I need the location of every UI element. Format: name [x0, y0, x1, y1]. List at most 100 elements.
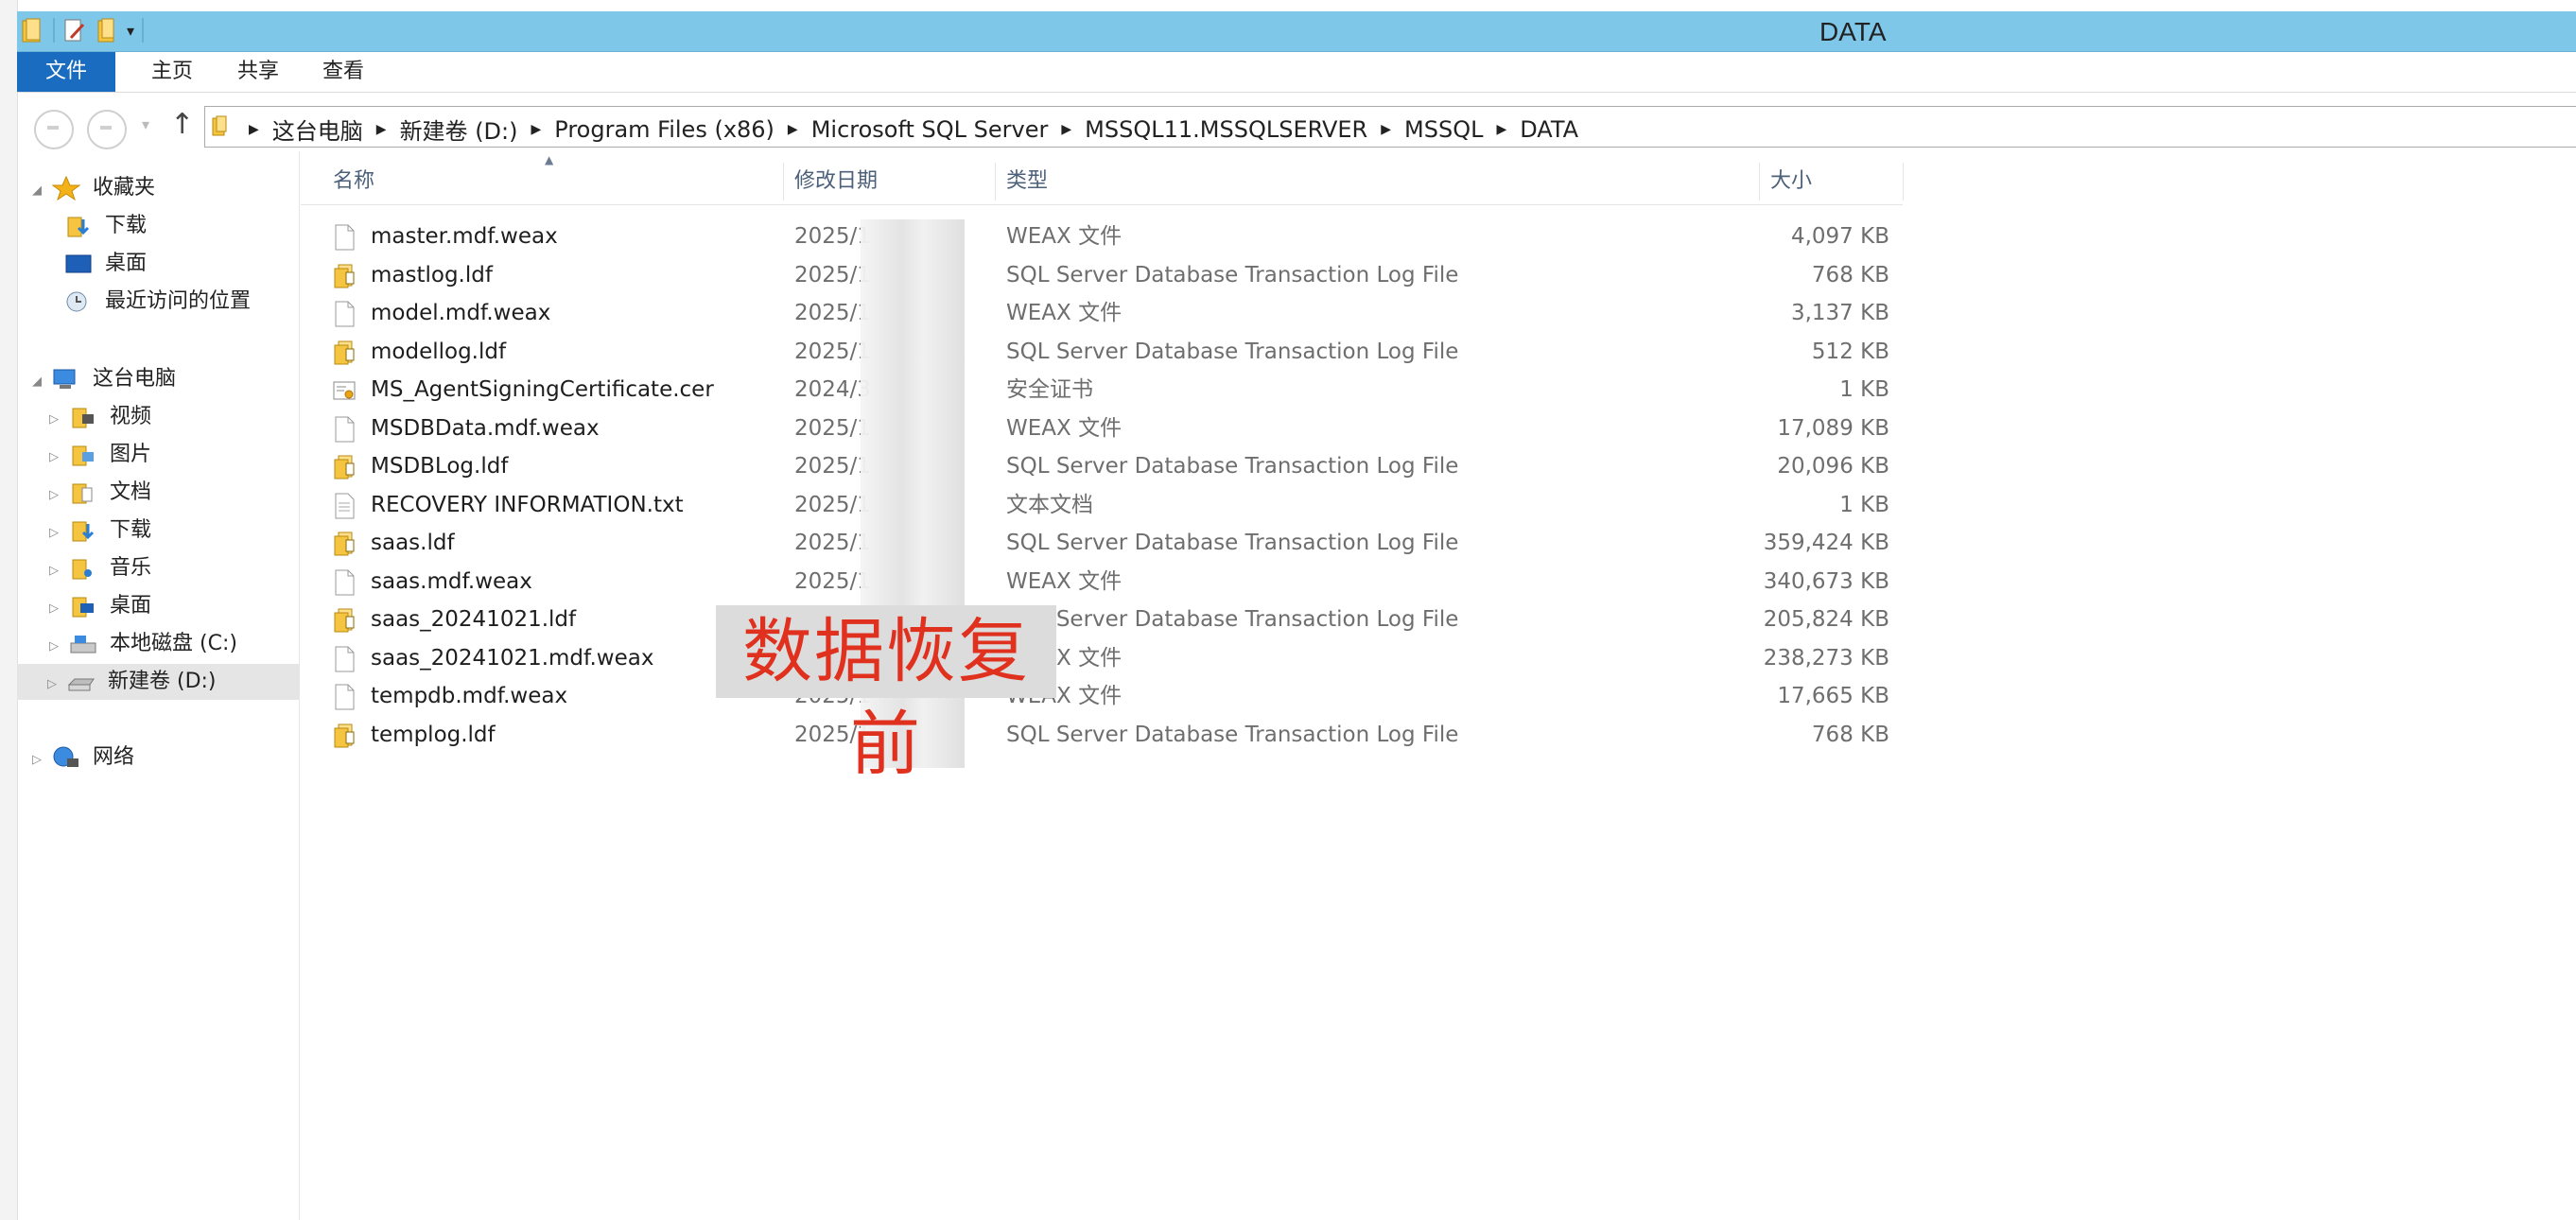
collapse-arrow-icon[interactable]: ▷ [32, 742, 45, 778]
collapse-arrow-icon[interactable]: ▷ [49, 515, 62, 551]
nav-music[interactable]: ▷ 音乐 [49, 550, 151, 586]
nav-fav-recent[interactable]: 最近访问的位置 [64, 284, 251, 320]
column-date-modified[interactable]: 修改日期 [794, 159, 879, 204]
breadcrumb-program-files[interactable]: Program Files (x86) [554, 116, 775, 143]
file-row[interactable]: mastlog.ldf 2025/1 SQL Server Database Tra… [301, 256, 1903, 294]
chevron-right-icon[interactable]: ▶ [1381, 122, 1391, 137]
column-divider[interactable] [1903, 163, 1904, 200]
file-row[interactable]: saas.mdf.weax 2025/1 WEAX 文件 340,673 KB [301, 563, 1903, 601]
column-type[interactable]: 类型 [1006, 159, 1049, 204]
recent-places-icon [66, 291, 87, 312]
forward-button[interactable] [87, 110, 127, 149]
file-size: 238,273 KB [1763, 645, 1889, 671]
chevron-right-icon[interactable]: ▶ [1061, 122, 1071, 137]
file-type: WEAX 文件 [1006, 568, 1123, 594]
nav-desktop[interactable]: ▷ 桌面 [49, 588, 151, 624]
file-row[interactable]: RECOVERY INFORMATION.txt 2025/1 文本文档 1 KB [301, 486, 1903, 524]
address-bar[interactable]: ▶ 这台电脑 ▶ 新建卷 (D:) ▶ Program Files (x86) … [204, 106, 2576, 148]
column-name[interactable]: 名称 [333, 159, 375, 204]
blank-file-icon [333, 569, 356, 596]
file-row[interactable]: MSDBData.mdf.weax 2025/1 WEAX 文件 17,089 KB [301, 410, 1903, 447]
file-date: 2025/1 [794, 301, 871, 325]
nav-drive-c[interactable]: ▷ 本地磁盘 (C:) [49, 626, 237, 662]
nav-drive-d[interactable]: ▷ 新建卷 (D:) [17, 664, 299, 700]
collapse-arrow-icon[interactable]: ▷ [47, 667, 61, 703]
breadcrumb-this-pc[interactable]: 这台电脑 [272, 113, 363, 146]
file-date: 2025/1 [794, 492, 871, 517]
log-file-icon [333, 263, 356, 289]
nav-documents[interactable]: ▷ 文档 [49, 475, 151, 511]
chevron-right-icon[interactable]: ▶ [1496, 122, 1506, 137]
up-arrow-icon[interactable]: ↑ [170, 108, 194, 141]
collapse-arrow-icon[interactable]: ▷ [49, 402, 62, 438]
expand-arrow-icon[interactable]: ◢ [32, 364, 45, 400]
file-size: 1 KB [1839, 377, 1889, 402]
nav-favorites[interactable]: ◢ 收藏夹 [32, 170, 155, 206]
chevron-right-icon[interactable]: ▶ [788, 122, 798, 137]
collapse-arrow-icon[interactable]: ▷ [49, 553, 62, 589]
file-size: 17,665 KB [1777, 684, 1889, 708]
back-button[interactable] [34, 110, 74, 149]
blank-file-icon [333, 416, 356, 443]
column-size[interactable]: 大小 [1770, 159, 1813, 204]
collapse-arrow-icon[interactable]: ▷ [49, 629, 62, 665]
breadcrumb: ▶ 这台电脑 ▶ 新建卷 (D:) ▶ Program Files (x86) … [249, 113, 1578, 146]
file-name: RECOVERY INFORMATION.txt [371, 492, 684, 517]
file-row[interactable]: master.mdf.weax 2025/1 WEAX 文件 4,097 KB [301, 218, 1903, 255]
breadcrumb-mssql[interactable]: MSSQL [1404, 116, 1483, 143]
file-row[interactable]: modellog.ldf 2025/1 SQL Server Database Tr… [301, 333, 1903, 371]
file-row[interactable]: tempdb.mdf.weax2025/1WEAX 文件17,665 KB [301, 677, 1903, 715]
file-row[interactable]: templog.ldf 2025/1 SQL Server Database Tra… [301, 716, 1903, 754]
nav-fav-downloads[interactable]: 下载 [64, 208, 147, 244]
expand-arrow-icon[interactable]: ◢ [32, 173, 45, 209]
nav-network[interactable]: ▷ 网络 [32, 740, 134, 776]
overlay-caption: 数据恢复前 [716, 605, 1056, 785]
tab-share[interactable]: 共享 [218, 52, 299, 92]
breadcrumb-sql-server[interactable]: Microsoft SQL Server [811, 116, 1049, 143]
computer-icon [53, 369, 76, 389]
breadcrumb-drive-d[interactable]: 新建卷 (D:) [400, 113, 518, 146]
drive-icon [67, 678, 95, 691]
nav-this-pc[interactable]: ◢ 这台电脑 [32, 361, 176, 397]
column-divider[interactable] [995, 163, 996, 200]
nav-downloads[interactable]: ▷ 下载 [49, 513, 151, 549]
tab-home[interactable]: 主页 [134, 52, 210, 92]
tab-view[interactable]: 查看 [303, 52, 384, 92]
nav-videos[interactable]: ▷ 视频 [49, 399, 151, 435]
nav-label: 文档 [110, 480, 152, 504]
recent-locations-dropdown-icon[interactable]: ▾ [142, 115, 149, 133]
collapse-arrow-icon[interactable]: ▷ [49, 478, 62, 514]
nav-favorites-label: 收藏夹 [93, 176, 156, 200]
column-divider[interactable] [783, 163, 784, 200]
file-size: 768 KB [1811, 262, 1889, 288]
file-date: 2025/1 [794, 224, 871, 249]
file-row[interactable]: MS_AgentSigningCertificate.cer 2024/3 安全证书… [301, 371, 1903, 409]
column-divider[interactable] [1759, 163, 1760, 200]
file-date: 2025/1 [794, 454, 871, 479]
file-row[interactable]: MSDBLog.ldf 2025/1 SQL Server Database Tra… [301, 447, 1903, 485]
chevron-right-icon[interactable]: ▶ [376, 122, 387, 137]
chevron-right-icon[interactable]: ▶ [531, 122, 541, 137]
nav-fav-desktop[interactable]: 桌面 [64, 246, 147, 282]
desktop-folder-icon [72, 597, 94, 618]
nav-pictures[interactable]: ▷ 图片 [49, 437, 151, 473]
breadcrumb-mssql11[interactable]: MSSQL11.MSSQLSERVER [1085, 116, 1367, 143]
file-row[interactable]: saas_20241021.mdf.weax2025/1WEAX 文件238,2… [301, 639, 1903, 677]
customize-toolbar-dropdown-icon[interactable]: ▾ [127, 22, 134, 40]
file-row[interactable]: model.mdf.weax 2025/1 WEAX 文件 3,137 KB [301, 294, 1903, 332]
collapse-arrow-icon[interactable]: ▷ [49, 440, 62, 476]
breadcrumb-data[interactable]: DATA [1520, 116, 1578, 143]
file-size: 359,424 KB [1763, 531, 1889, 555]
new-folder-icon[interactable] [95, 17, 119, 44]
chevron-right-icon[interactable]: ▶ [249, 122, 259, 137]
blank-file-icon [333, 224, 356, 251]
nav-label: 桌面 [105, 252, 148, 275]
tab-file[interactable]: 文件 [17, 52, 115, 92]
nav-label: 音乐 [110, 556, 152, 580]
file-row[interactable]: saas.ldf 2025/1 SQL Server Database Transa… [301, 524, 1903, 562]
file-type: WEAX 文件 [1006, 224, 1123, 249]
properties-icon[interactable] [62, 17, 87, 44]
collapse-arrow-icon[interactable]: ▷ [49, 591, 62, 627]
file-name: MSDBData.mdf.weax [371, 415, 600, 441]
file-row[interactable]: saas_20241021.ldf2025/1SQL Server Databa… [301, 601, 1903, 638]
